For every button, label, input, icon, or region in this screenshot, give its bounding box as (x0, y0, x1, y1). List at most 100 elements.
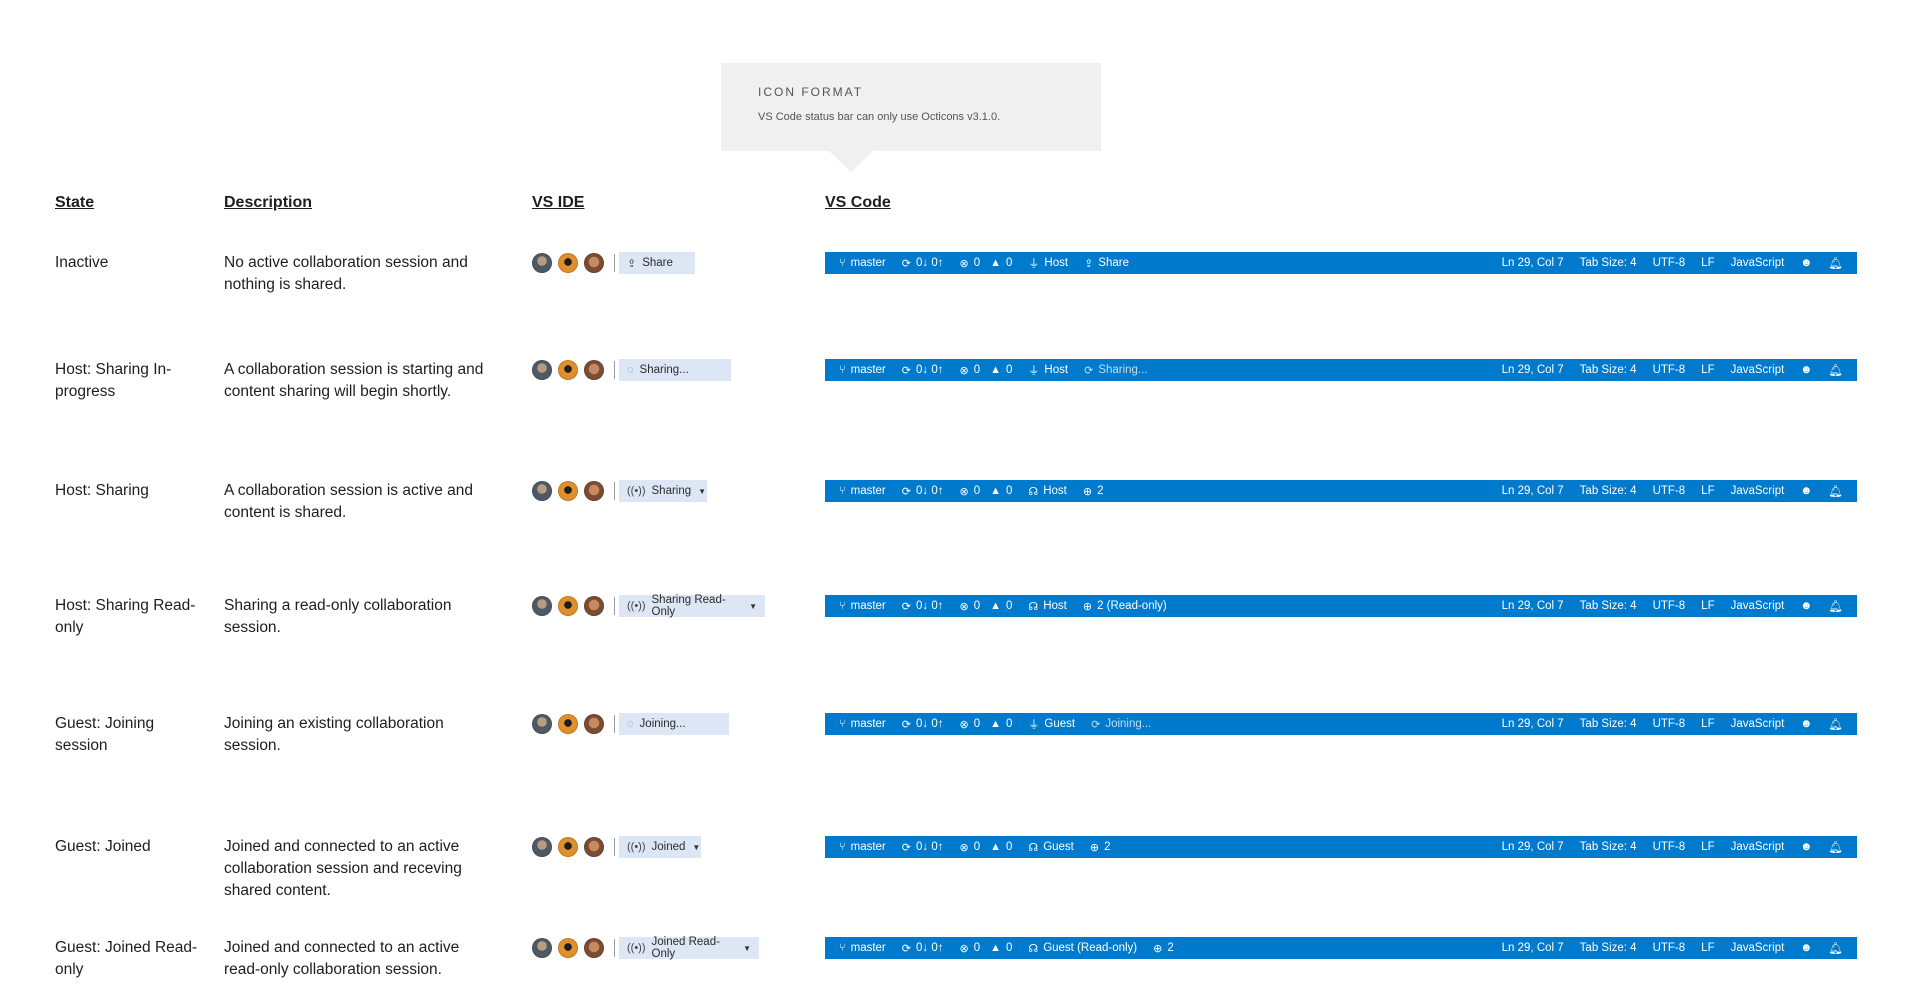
avatar[interactable] (532, 481, 552, 501)
status-problems[interactable]: ⊗ 0 ▲ 0 (959, 257, 1012, 270)
status-liveshare-role[interactable]: ⏚ Guest (1028, 716, 1075, 732)
avatar[interactable] (584, 938, 604, 958)
status-problems[interactable]: ⊗ 0 ▲ 0 (959, 942, 1012, 955)
status-language[interactable]: JavaScript (1731, 364, 1785, 376)
status-language[interactable]: JavaScript (1731, 718, 1785, 730)
smiley-icon[interactable]: ☻ (1800, 718, 1812, 730)
bell-icon[interactable]: 🔔︎ (1828, 599, 1843, 613)
avatar[interactable] (532, 253, 552, 273)
status-position[interactable]: Ln 29, Col 7 (1502, 364, 1564, 376)
status-encoding[interactable]: UTF-8 (1653, 841, 1686, 853)
smiley-icon[interactable]: ☻ (1800, 257, 1812, 269)
status-branch[interactable]: ⑂ master (839, 600, 886, 612)
avatar[interactable] (558, 481, 578, 501)
status-sync[interactable]: ⟳ 0↓ 0↑ (902, 718, 944, 731)
bell-icon[interactable]: 🔔︎ (1828, 484, 1843, 498)
status-liveshare-role[interactable]: ☊ Host (1028, 600, 1066, 613)
status-tab-size[interactable]: Tab Size: 4 (1580, 364, 1637, 376)
status-eol[interactable]: LF (1701, 485, 1714, 497)
status-liveshare-session[interactable]: ⊕ 2 (Read-only) (1083, 600, 1167, 613)
avatar[interactable] (558, 837, 578, 857)
status-problems[interactable]: ⊗ 0 ▲ 0 (959, 718, 1012, 731)
avatar[interactable] (584, 360, 604, 380)
status-branch[interactable]: ⑂ master (839, 485, 886, 497)
status-problems[interactable]: ⊗ 0 ▲ 0 (959, 364, 1012, 377)
status-sync[interactable]: ⟳ 0↓ 0↑ (902, 942, 944, 955)
chevron-down-icon[interactable]: ▼ (698, 487, 706, 496)
vs-ide-share-button[interactable]: ((•)) Joined ▼ (619, 836, 701, 858)
avatar[interactable] (558, 714, 578, 734)
status-eol[interactable]: LF (1701, 600, 1714, 612)
status-tab-size[interactable]: Tab Size: 4 (1580, 718, 1637, 730)
status-branch[interactable]: ⑂ master (839, 942, 886, 954)
status-language[interactable]: JavaScript (1731, 841, 1785, 853)
status-tab-size[interactable]: Tab Size: 4 (1580, 485, 1637, 497)
avatar[interactable] (558, 596, 578, 616)
status-position[interactable]: Ln 29, Col 7 (1502, 600, 1564, 612)
status-sync[interactable]: ⟳ 0↓ 0↑ (902, 485, 944, 498)
status-liveshare-role[interactable]: ☊ Guest (1028, 841, 1073, 854)
chevron-down-icon[interactable]: ▼ (749, 602, 757, 611)
status-language[interactable]: JavaScript (1731, 600, 1785, 612)
status-liveshare-session[interactable]: ⊕ 2 (1153, 942, 1174, 955)
status-tab-size[interactable]: Tab Size: 4 (1580, 600, 1637, 612)
status-eol[interactable]: LF (1701, 257, 1714, 269)
status-liveshare-role[interactable]: ⏚ Host (1028, 362, 1068, 378)
vs-ide-share-button[interactable]: ((•)) Sharing ▼ (619, 480, 707, 502)
status-liveshare-session[interactable]: ⟳ Sharing... (1084, 364, 1147, 377)
status-branch[interactable]: ⑂ master (839, 841, 886, 853)
avatar[interactable] (584, 481, 604, 501)
status-problems[interactable]: ⊗ 0 ▲ 0 (959, 841, 1012, 854)
status-position[interactable]: Ln 29, Col 7 (1502, 718, 1564, 730)
status-tab-size[interactable]: Tab Size: 4 (1580, 841, 1637, 853)
chevron-down-icon[interactable]: ▼ (692, 843, 700, 852)
status-eol[interactable]: LF (1701, 364, 1714, 376)
status-language[interactable]: JavaScript (1731, 485, 1785, 497)
vs-ide-share-button[interactable]: ((•)) Sharing Read-Only ▼ (619, 594, 765, 618)
status-encoding[interactable]: UTF-8 (1653, 942, 1686, 954)
status-liveshare-session[interactable]: ⇪ Share (1084, 257, 1129, 270)
status-encoding[interactable]: UTF-8 (1653, 364, 1686, 376)
status-problems[interactable]: ⊗ 0 ▲ 0 (959, 485, 1012, 498)
status-encoding[interactable]: UTF-8 (1653, 600, 1686, 612)
status-branch[interactable]: ⑂ master (839, 364, 886, 376)
status-position[interactable]: Ln 29, Col 7 (1502, 485, 1564, 497)
status-liveshare-role[interactable]: ☊ Host (1028, 485, 1066, 498)
status-branch[interactable]: ⑂ master (839, 718, 886, 730)
smiley-icon[interactable]: ☻ (1800, 364, 1812, 376)
bell-icon[interactable]: 🔔︎ (1828, 717, 1843, 731)
smiley-icon[interactable]: ☻ (1800, 485, 1812, 497)
avatar[interactable] (532, 714, 552, 734)
avatar[interactable] (532, 360, 552, 380)
bell-icon[interactable]: 🔔︎ (1828, 941, 1843, 955)
bell-icon[interactable]: 🔔︎ (1828, 840, 1843, 854)
avatar[interactable] (532, 837, 552, 857)
status-tab-size[interactable]: Tab Size: 4 (1580, 257, 1637, 269)
vs-ide-share-button[interactable]: ◌ Joining... (619, 713, 729, 735)
status-encoding[interactable]: UTF-8 (1653, 257, 1686, 269)
vs-ide-share-button[interactable]: ((•)) Joined Read-Only ▼ (619, 936, 759, 960)
chevron-down-icon[interactable]: ▼ (743, 944, 751, 953)
status-tab-size[interactable]: Tab Size: 4 (1580, 942, 1637, 954)
avatar[interactable] (584, 837, 604, 857)
status-language[interactable]: JavaScript (1731, 942, 1785, 954)
avatar[interactable] (584, 253, 604, 273)
status-problems[interactable]: ⊗ 0 ▲ 0 (959, 600, 1012, 613)
status-eol[interactable]: LF (1701, 718, 1714, 730)
status-language[interactable]: JavaScript (1731, 257, 1785, 269)
status-sync[interactable]: ⟳ 0↓ 0↑ (902, 841, 944, 854)
smiley-icon[interactable]: ☻ (1800, 600, 1812, 612)
status-liveshare-session[interactable]: ⊕ 2 (1083, 485, 1104, 498)
status-position[interactable]: Ln 29, Col 7 (1502, 257, 1564, 269)
status-position[interactable]: Ln 29, Col 7 (1502, 942, 1564, 954)
avatar[interactable] (558, 360, 578, 380)
status-liveshare-role[interactable]: ⏚ Host (1028, 255, 1068, 271)
status-branch[interactable]: ⑂ master (839, 257, 886, 269)
avatar[interactable] (584, 714, 604, 734)
status-liveshare-session[interactable]: ⟳ Joining... (1091, 718, 1151, 731)
status-eol[interactable]: LF (1701, 942, 1714, 954)
vs-ide-share-button[interactable]: ⇪ Share (619, 252, 695, 274)
avatar[interactable] (532, 938, 552, 958)
bell-icon[interactable]: 🔔︎ (1828, 363, 1843, 377)
bell-icon[interactable]: 🔔︎ (1828, 256, 1843, 270)
